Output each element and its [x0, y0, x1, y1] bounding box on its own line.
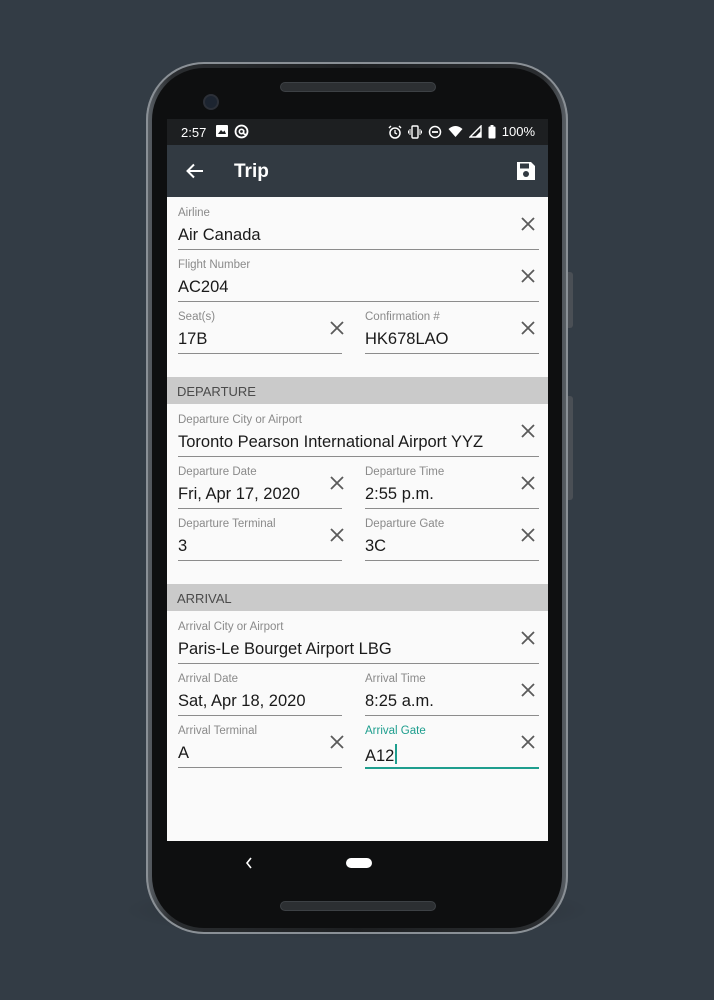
arrival-terminal-value[interactable]: A	[178, 744, 189, 763]
clear-icon[interactable]	[326, 317, 348, 339]
arrival-gate-label: Arrival Gate	[365, 725, 426, 737]
departure-date-label: Departure Date	[178, 466, 257, 478]
clear-icon[interactable]	[517, 679, 539, 701]
image-icon	[216, 125, 228, 137]
field-underline	[178, 508, 342, 509]
departure-date-value[interactable]: Fri, Apr 17, 2020	[178, 485, 300, 504]
arrival-gate-value[interactable]: A12	[365, 744, 398, 766]
departure-gate-field[interactable]: Departure Gate 3C	[354, 518, 548, 563]
field-underline	[178, 663, 539, 664]
departure-city-field[interactable]: Departure City or Airport Toronto Pearso…	[167, 414, 548, 459]
at-icon	[234, 124, 249, 139]
dnd-icon	[428, 125, 441, 138]
top-speaker	[280, 82, 436, 92]
system-nav-bar	[167, 841, 548, 897]
field-underline	[178, 301, 539, 302]
battery-icon	[488, 124, 496, 138]
departure-time-label: Departure Time	[365, 466, 445, 478]
clear-icon[interactable]	[517, 317, 539, 339]
volume-button	[568, 272, 573, 328]
departure-terminal-value[interactable]: 3	[178, 537, 187, 556]
signal-icon	[468, 125, 482, 138]
arrival-city-label: Arrival City or Airport	[178, 621, 284, 633]
seats-label: Seat(s)	[178, 311, 216, 323]
app-bar: Trip	[167, 145, 548, 197]
field-underline	[178, 249, 539, 250]
clear-icon[interactable]	[326, 731, 348, 753]
flight-number-value[interactable]: AC204	[178, 278, 228, 297]
arrival-city-value[interactable]: Paris-Le Bourget Airport LBG	[178, 640, 392, 659]
flight-number-label: Flight Number	[178, 259, 251, 271]
bottom-speaker	[280, 901, 436, 911]
departure-gate-label: Departure Gate	[365, 518, 445, 530]
section-header-departure: DEPARTURE	[167, 377, 548, 404]
confirmation-label: Confirmation #	[365, 311, 440, 323]
field-underline	[178, 353, 342, 354]
arrival-gate-text: A12	[365, 747, 395, 765]
nav-back-icon[interactable]	[243, 855, 255, 871]
status-bar: 2:57 100%	[167, 119, 548, 145]
arrival-terminal-label: Arrival Terminal	[178, 725, 258, 737]
arrival-time-field[interactable]: Arrival Time 8:25 a.m.	[354, 673, 548, 718]
section-title: DEPARTURE	[177, 384, 256, 399]
airline-value[interactable]: Air Canada	[178, 226, 261, 245]
clear-icon[interactable]	[326, 524, 348, 546]
confirmation-value[interactable]: HK678LAO	[365, 330, 448, 349]
departure-terminal-label: Departure Terminal	[178, 518, 276, 530]
clear-icon[interactable]	[517, 472, 539, 494]
arrival-time-value[interactable]: 8:25 a.m.	[365, 692, 434, 711]
field-underline	[178, 715, 342, 716]
section-title: ARRIVAL	[177, 591, 232, 606]
departure-city-label: Departure City or Airport	[178, 414, 302, 426]
field-underline	[365, 353, 539, 354]
departure-city-value[interactable]: Toronto Pearson International Airport YY…	[178, 433, 483, 452]
wifi-icon	[448, 126, 463, 137]
arrival-date-label: Arrival Date	[178, 673, 239, 685]
alarm-icon	[388, 125, 402, 139]
arrival-time-label: Arrival Time	[365, 673, 426, 685]
save-icon[interactable]	[514, 159, 538, 183]
field-underline	[365, 508, 539, 509]
flight-number-field[interactable]: Flight Number AC204	[167, 259, 548, 304]
screen: 2:57 100% Trip Airline Air Canada Flight…	[167, 119, 548, 897]
page-title: Trip	[234, 161, 269, 182]
back-arrow-icon[interactable]	[183, 159, 207, 183]
battery-level: 100%	[501, 124, 535, 139]
clear-icon[interactable]	[517, 420, 539, 442]
departure-date-field[interactable]: Departure Date Fri, Apr 17, 2020	[167, 466, 353, 511]
field-underline	[178, 560, 342, 561]
departure-gate-value[interactable]: 3C	[365, 537, 386, 556]
field-underline	[178, 456, 539, 457]
clear-icon[interactable]	[517, 731, 539, 753]
arrival-date-field[interactable]: Arrival Date Sat, Apr 18, 2020	[167, 673, 353, 718]
seats-value[interactable]: 17B	[178, 330, 207, 349]
airline-label: Airline	[178, 207, 210, 219]
confirmation-field[interactable]: Confirmation # HK678LAO	[354, 311, 548, 356]
arrival-gate-field[interactable]: Arrival Gate A12	[354, 725, 548, 770]
status-time: 2:57	[181, 125, 207, 140]
airline-field[interactable]: Airline Air Canada	[167, 207, 548, 252]
power-button	[568, 396, 573, 500]
field-underline	[365, 560, 539, 561]
seats-field[interactable]: Seat(s) 17B	[167, 311, 353, 356]
text-cursor	[395, 744, 398, 764]
departure-time-field[interactable]: Departure Time 2:55 p.m.	[354, 466, 548, 511]
arrival-date-value[interactable]: Sat, Apr 18, 2020	[178, 692, 306, 711]
arrival-city-field[interactable]: Arrival City or Airport Paris-Le Bourget…	[167, 621, 548, 666]
departure-terminal-field[interactable]: Departure Terminal 3	[167, 518, 353, 563]
field-underline	[365, 715, 539, 716]
clear-icon[interactable]	[517, 524, 539, 546]
field-underline	[178, 767, 342, 768]
clear-icon[interactable]	[517, 265, 539, 287]
departure-time-value[interactable]: 2:55 p.m.	[365, 485, 434, 504]
clear-icon[interactable]	[326, 472, 348, 494]
front-camera	[203, 94, 219, 110]
section-header-arrival: ARRIVAL	[167, 584, 548, 611]
arrival-terminal-field[interactable]: Arrival Terminal A	[167, 725, 353, 770]
field-underline-focused	[365, 767, 539, 769]
clear-icon[interactable]	[517, 627, 539, 649]
clear-icon[interactable]	[517, 213, 539, 235]
home-pill[interactable]	[346, 858, 372, 868]
vibrate-icon	[407, 124, 422, 139]
